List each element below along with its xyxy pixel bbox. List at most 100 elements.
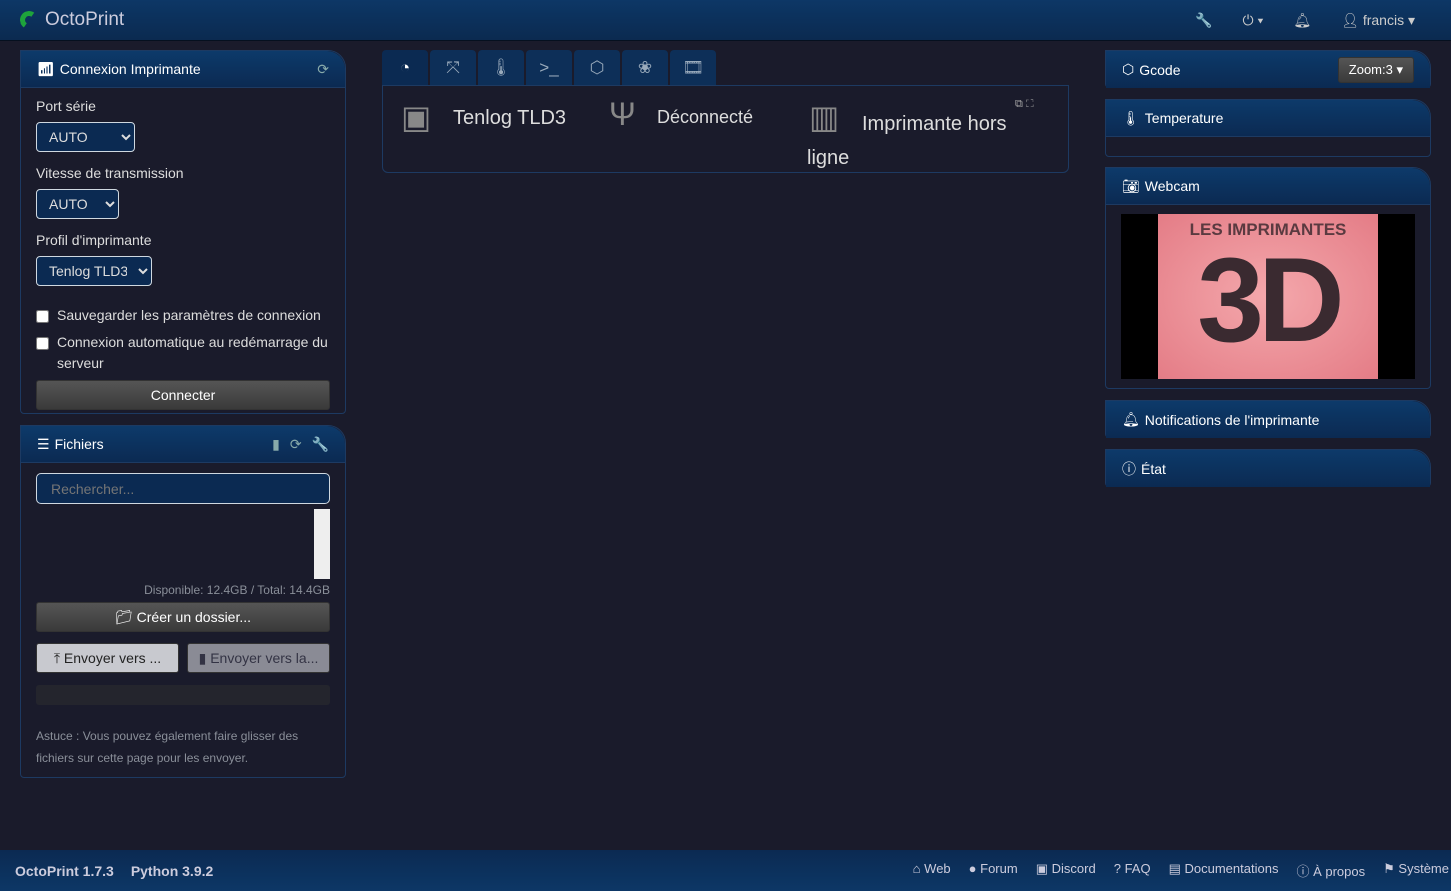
upload-sd-label: Envoyer vers la... bbox=[210, 650, 319, 666]
home-icon: ⌂ bbox=[912, 861, 921, 876]
tab-timelapse[interactable]: 🎞︎ bbox=[670, 50, 716, 85]
user-menu[interactable]: 👤︎ francis ▾ bbox=[1341, 12, 1415, 29]
power-menu-icon[interactable]: ⏻ ▾ bbox=[1243, 12, 1264, 29]
port-select[interactable]: AUTO bbox=[36, 122, 135, 152]
link-label: Documentations bbox=[1184, 861, 1279, 876]
film-icon: 🎞︎ bbox=[682, 57, 704, 77]
panel-title: Webcam bbox=[1144, 178, 1200, 194]
info-icon: ⓘ bbox=[1122, 460, 1136, 477]
tab-dashboard[interactable]: ◔ bbox=[382, 50, 428, 85]
save-settings-label: Sauvegarder les paramètres de connexion bbox=[57, 307, 321, 323]
zoom-dropdown[interactable]: Zoom:3 ▾ bbox=[1337, 56, 1414, 83]
footer-link-discord[interactable]: ▣ Discord bbox=[1036, 861, 1096, 880]
state-panel-header[interactable]: ⓘ État bbox=[1106, 450, 1430, 487]
link-label: Discord bbox=[1051, 861, 1096, 876]
refresh-icon[interactable]: ⟳ bbox=[290, 436, 302, 453]
webcam-panel-header[interactable]: 📷︎ Webcam bbox=[1106, 168, 1430, 205]
temperature-panel: 🌡︎ Temperature bbox=[1105, 99, 1431, 157]
tab-control[interactable]: ⤧ bbox=[430, 50, 476, 85]
discord-icon: ▣ bbox=[1035, 861, 1048, 876]
refresh-icon[interactable]: ⟳ bbox=[317, 61, 329, 78]
terminal-icon: >_ bbox=[539, 57, 559, 77]
brand-link[interactable]: OctoPrint bbox=[18, 9, 124, 31]
panel-title: Connexion Imprimante bbox=[59, 61, 201, 77]
panel-title: Fichiers bbox=[54, 436, 104, 452]
cube-icon: ⬡ bbox=[1122, 61, 1135, 77]
tab-raspberry[interactable]: ❀ bbox=[622, 50, 668, 85]
port-label: Port série bbox=[36, 98, 96, 114]
flag-icon: ⚑ bbox=[1383, 861, 1395, 876]
thermometer-icon: 🌡︎ bbox=[490, 57, 512, 77]
footer-link-about[interactable]: ⓘ À propos bbox=[1296, 861, 1365, 880]
webcam-image: LES IMPRIMANTES 3D bbox=[1158, 214, 1378, 379]
link-label: Forum bbox=[980, 861, 1018, 876]
footer-link-forum[interactable]: ● Forum bbox=[969, 861, 1018, 880]
bell-icon: 🔔︎ bbox=[1122, 411, 1140, 427]
navbar: OctoPrint 🔧 ⏻ ▾ 🔔︎ 👤︎ francis ▾ bbox=[0, 0, 1451, 41]
info-icon: ⓘ bbox=[1296, 864, 1310, 879]
panel-title: Notifications de l'imprimante bbox=[1144, 411, 1320, 428]
baud-label: Vitesse de transmission bbox=[36, 165, 184, 181]
connect-button[interactable]: Connecter bbox=[36, 380, 330, 410]
gcode-panel-header[interactable]: ⬡ Gcode Zoom:3 ▾ bbox=[1106, 51, 1430, 88]
tab-temperature[interactable]: 🌡︎ bbox=[478, 50, 524, 85]
octoprint-logo-icon bbox=[18, 9, 40, 31]
printer-state: Imprimante hors ligne bbox=[807, 113, 1007, 169]
discourse-icon: ● bbox=[968, 861, 977, 876]
connection-panel-header[interactable]: 📶︎ Connexion Imprimante ⟳ bbox=[21, 51, 345, 88]
footer-link-web[interactable]: ⌂ Web bbox=[913, 861, 951, 880]
files-panel-header[interactable]: ☰ Fichiers ▮ ⟳ 🔧 bbox=[21, 426, 345, 463]
disk-usage: Disponible: 12.4GB / Total: 14.4GB bbox=[144, 583, 330, 597]
book-icon: ▤ bbox=[1168, 861, 1181, 876]
notifications-bell-icon[interactable]: 🔔︎ bbox=[1293, 12, 1311, 29]
sd-card-icon[interactable]: ▮ bbox=[272, 436, 280, 453]
state-panel: ⓘ État bbox=[1105, 449, 1431, 487]
printer-icon: ▣ bbox=[401, 99, 432, 135]
screen-fullscreen-icons[interactable]: ⧉ ⛶ bbox=[1015, 98, 1034, 111]
username: francis bbox=[1362, 11, 1405, 28]
cube-icon: ⬡ bbox=[589, 57, 605, 77]
upload-local-button[interactable]: ⤒ Envoyer vers ... bbox=[36, 643, 179, 673]
profile-label: Profil d'imprimante bbox=[36, 232, 152, 248]
usb-icon: Ψ bbox=[609, 96, 636, 132]
create-folder-button[interactable]: 📁︎ Créer un dossier... bbox=[36, 602, 330, 632]
wrench-icon[interactable]: 🔧 bbox=[312, 436, 329, 453]
zoom-value: Zoom:3 bbox=[1348, 62, 1393, 77]
autoconnect-checkbox[interactable] bbox=[36, 337, 49, 350]
temperature-panel-header[interactable]: 🌡︎ Temperature bbox=[1106, 100, 1430, 137]
list-icon: ☰ bbox=[37, 435, 50, 452]
notifications-panel: 🔔︎ Notifications de l'imprimante bbox=[1105, 400, 1431, 438]
profile-select[interactable]: Tenlog TLD3 bbox=[36, 256, 152, 286]
webcam-stream[interactable]: LES IMPRIMANTES 3D bbox=[1121, 214, 1415, 379]
upload-sd-button[interactable]: ▮ Envoyer vers la... bbox=[187, 643, 330, 673]
notifications-panel-header[interactable]: 🔔︎ Notifications de l'imprimante bbox=[1106, 401, 1430, 438]
signal-icon: 📶︎ bbox=[37, 60, 55, 77]
panel-title: État bbox=[1141, 460, 1166, 477]
webcam-panel: 📷︎ Webcam LES IMPRIMANTES 3D bbox=[1105, 167, 1431, 389]
footer-link-faq[interactable]: ? FAQ bbox=[1114, 861, 1151, 880]
raspberry-icon: ❀ bbox=[637, 57, 653, 77]
upload-local-label: Envoyer vers ... bbox=[63, 650, 162, 666]
footer-link-docs[interactable]: ▤ Documentations bbox=[1169, 861, 1279, 880]
footer: OctoPrint 1.7.3 Python 3.9.2 ⌂ Web ● For… bbox=[0, 850, 1451, 891]
save-settings-checkbox[interactable] bbox=[36, 310, 49, 323]
gcode-panel: ⬡ Gcode Zoom:3 ▾ bbox=[1105, 50, 1431, 88]
tab-terminal[interactable]: >_ bbox=[526, 50, 572, 85]
dashboard-panel: ▣ Tenlog TLD3 Ψ Déconnecté ▥ Imprimante … bbox=[382, 85, 1069, 173]
baudrate-select[interactable]: AUTO bbox=[36, 189, 119, 219]
octoprint-version: OctoPrint 1.7.3 bbox=[15, 862, 114, 879]
footer-link-system[interactable]: ⚑ Système bbox=[1383, 861, 1449, 880]
create-folder-label: Créer un dossier... bbox=[136, 609, 252, 625]
panel-title: Gcode bbox=[1139, 61, 1181, 78]
folder-icon: 📁︎ bbox=[114, 608, 133, 625]
file-search-input[interactable] bbox=[36, 473, 330, 504]
link-label: Système bbox=[1398, 861, 1449, 876]
panel-title: Temperature bbox=[1144, 110, 1224, 126]
printer-name: Tenlog TLD3 bbox=[453, 107, 567, 129]
camera-icon: 📷︎ bbox=[1122, 177, 1140, 194]
main-tabs: ◔ ⤧ 🌡︎ >_ ⬡ ❀ 🎞︎ bbox=[382, 50, 716, 85]
file-list bbox=[36, 509, 330, 579]
tab-gcode-viewer[interactable]: ⬡ bbox=[574, 50, 620, 85]
settings-wrench-icon[interactable]: 🔧 bbox=[1195, 12, 1212, 29]
file-list-scrollbar[interactable] bbox=[314, 509, 330, 579]
